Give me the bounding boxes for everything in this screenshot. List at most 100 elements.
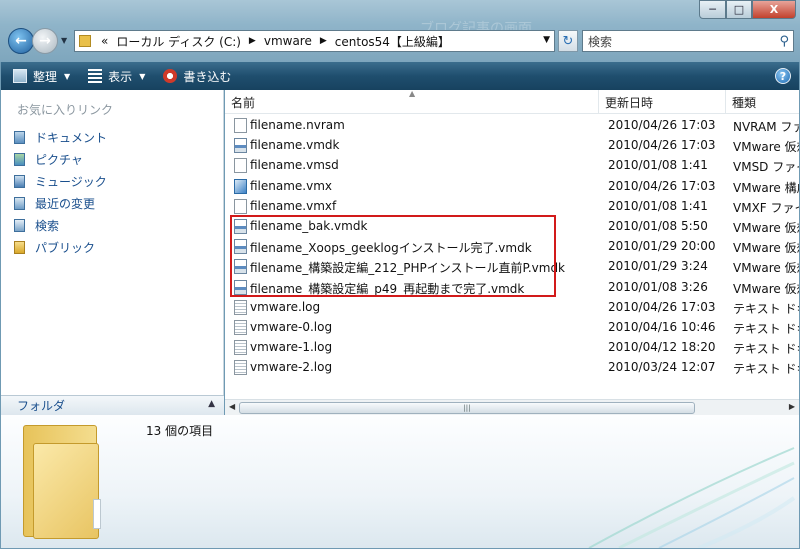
view-button[interactable]: 表示 ▼ <box>88 68 145 85</box>
file-row[interactable]: filename.vmdk 2010/04/26 17:03 VMware 仮想 <box>225 135 799 155</box>
chevron-down-icon: ▼ <box>139 71 146 81</box>
scroll-right-icon[interactable]: ▶ <box>789 402 795 411</box>
search-icon[interactable]: ⚲ <box>779 34 789 49</box>
file-type: テキスト ドキ <box>733 342 799 357</box>
folders-header[interactable]: フォルダ ▲ <box>1 395 224 415</box>
text-document-icon <box>234 360 247 376</box>
search-input[interactable]: 検索 ⚲ <box>582 30 794 52</box>
address-bar[interactable]: « ローカル ディスク (C:) ▶ vmware ▶ centos54【上級編… <box>74 30 555 52</box>
file-date: 2010/04/26 17:03 <box>608 138 716 153</box>
back-button[interactable]: ← <box>8 28 34 54</box>
scroll-left-icon[interactable]: ◀ <box>229 402 235 411</box>
organize-icon <box>13 69 27 83</box>
file-name: filename.vmsd <box>250 158 339 173</box>
file-name: vmware-0.log <box>250 319 333 334</box>
scroll-thumb[interactable]: ||| <box>239 402 695 414</box>
file-name: filename.nvram <box>250 118 345 132</box>
details-pane: 13 個の項目 <box>1 415 799 548</box>
breadcrumb-local-disk[interactable]: ローカル ディスク (C:) <box>116 33 241 50</box>
file-date: 2010/04/26 17:03 <box>608 299 716 314</box>
forward-button[interactable]: → <box>32 28 58 54</box>
file-type: テキスト ドキ <box>733 321 799 336</box>
file-type: NVRAM ファ <box>733 120 799 134</box>
item-count: 13 個の項目 <box>146 424 214 438</box>
favorite-link-label: ドキュメント <box>35 130 108 145</box>
file-row[interactable]: filename.vmxf 2010/01/08 1:41 VMXF ファイ <box>225 196 799 216</box>
breadcrumb-separator-icon[interactable]: ▶ <box>320 36 327 46</box>
address-overflow[interactable]: « <box>101 34 108 48</box>
file-type: VMware 仮想 <box>733 281 799 296</box>
navigation-bar: ← → ▼ « ローカル ディスク (C:) ▶ vmware ▶ centos… <box>8 28 794 56</box>
file-row[interactable]: filename.vmsd 2010/01/08 1:41 VMSD ファイ <box>225 155 799 175</box>
caption-buttons: ─ □ X <box>699 0 796 20</box>
column-headers: ▲ 名前 更新日時 種類 <box>225 89 799 114</box>
help-button[interactable]: ? <box>775 68 791 84</box>
favorite-link-public[interactable]: パブリック <box>14 236 107 258</box>
recent-changes-icon <box>14 196 25 210</box>
maximize-button[interactable]: □ <box>726 0 752 19</box>
file-row[interactable]: vmware.log 2010/04/26 17:03 テキスト ドキ <box>225 297 799 317</box>
column-header-name[interactable]: 名前 <box>225 90 599 114</box>
file-name: filename.vmdk <box>250 138 340 153</box>
favorite-links-list: ドキュメント ピクチャ ミュージック 最近の変更 検索 パブリック <box>14 126 107 258</box>
file-row[interactable]: vmware-0.log 2010/04/16 10:46 テキスト ドキ <box>225 317 799 337</box>
file-type: VMXF ファイ <box>733 200 799 215</box>
highlight-box <box>230 215 556 297</box>
file-date: 2010/01/08 1:41 <box>608 158 708 173</box>
chevron-up-icon[interactable]: ▲ <box>208 399 215 409</box>
chevron-down-icon: ▼ <box>64 71 71 81</box>
refresh-button[interactable]: ↻ <box>558 30 578 52</box>
favorite-link-music[interactable]: ミュージック <box>14 170 107 192</box>
file-date: 2010/01/08 5:50 <box>608 218 708 233</box>
favorite-link-label: パブリック <box>35 240 96 255</box>
music-icon <box>14 174 25 188</box>
close-button[interactable]: X <box>752 0 796 19</box>
file-icon <box>234 198 247 214</box>
recent-pages-dropdown[interactable]: ▼ <box>61 36 67 45</box>
burn-disc-icon <box>163 69 178 83</box>
folder-icon <box>79 35 91 47</box>
file-row[interactable]: vmware-1.log 2010/04/12 18:20 テキスト ドキ <box>225 337 799 357</box>
favorite-link-recent[interactable]: 最近の変更 <box>14 192 107 214</box>
file-type: VMware 仮想 <box>733 261 799 276</box>
address-dropdown-icon[interactable]: ▼ <box>543 35 550 45</box>
search-placeholder: 検索 <box>588 34 613 49</box>
file-name: vmware.log <box>250 299 321 314</box>
favorite-link-label: 最近の変更 <box>35 196 96 211</box>
organize-button[interactable]: 整理 ▼ <box>13 68 70 85</box>
file-type: VMware 仮想 <box>733 140 799 155</box>
file-icon <box>234 118 247 133</box>
file-date: 2010/01/29 3:24 <box>608 259 708 274</box>
file-date: 2010/01/29 20:00 <box>608 239 716 254</box>
virtual-disk-icon <box>234 138 247 154</box>
breadcrumb-centos54[interactable]: centos54【上級編】 <box>335 33 450 50</box>
column-header-date[interactable]: 更新日時 <box>599 90 726 114</box>
column-header-type[interactable]: 種類 <box>726 90 799 114</box>
favorite-link-documents[interactable]: ドキュメント <box>14 126 107 148</box>
minimize-button[interactable]: ─ <box>699 0 726 19</box>
file-type: VMware 仮想 <box>733 220 799 235</box>
file-name: vmware-2.log <box>250 360 333 375</box>
documents-icon <box>14 130 25 144</box>
favorite-link-pictures[interactable]: ピクチャ <box>14 148 107 170</box>
vmware-config-icon <box>234 178 247 194</box>
text-document-icon <box>234 340 247 356</box>
horizontal-scrollbar[interactable]: ◀ ||| ▶ <box>225 399 799 416</box>
view-icon <box>88 69 103 83</box>
burn-button[interactable]: 書き込む <box>163 68 231 85</box>
favorite-link-searches[interactable]: 検索 <box>14 214 107 236</box>
breadcrumb-vmware[interactable]: vmware <box>264 34 312 48</box>
file-date: 2010/01/08 3:26 <box>608 279 708 294</box>
file-row[interactable]: filename.vmx 2010/04/26 17:03 VMware 構成 <box>225 176 799 196</box>
file-date: 2010/04/16 10:46 <box>608 319 716 334</box>
file-date: 2010/03/24 12:07 <box>608 360 716 375</box>
text-document-icon <box>234 319 247 335</box>
favorite-link-label: ミュージック <box>35 174 107 189</box>
file-row[interactable]: filename.nvram 2010/04/26 17:03 NVRAM ファ <box>225 115 799 135</box>
organize-label: 整理 <box>33 69 58 84</box>
favorite-links-title: お気に入りリンク <box>17 103 114 117</box>
file-row[interactable]: vmware-2.log 2010/03/24 12:07 テキスト ドキ <box>225 357 799 377</box>
breadcrumb-separator-icon[interactable]: ▶ <box>249 36 256 46</box>
file-type: テキスト ドキ <box>733 301 799 316</box>
burn-label: 書き込む <box>183 69 232 84</box>
